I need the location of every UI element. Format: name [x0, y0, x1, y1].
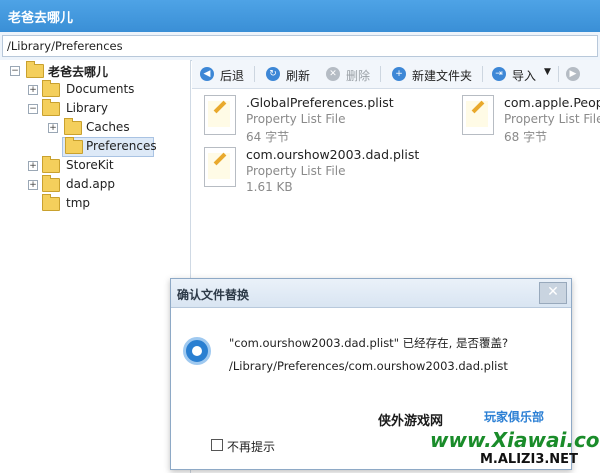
collapse-icon[interactable]: − [28, 104, 38, 114]
dialog-file-path: /Library/Preferences/com.ourshow2003.dad… [229, 359, 508, 373]
refresh-label: 刷新 [286, 69, 311, 83]
expand-icon[interactable]: + [28, 180, 38, 190]
folder-icon [42, 194, 60, 211]
file-size: 1.61 KB [246, 180, 293, 194]
expand-icon[interactable]: + [48, 123, 58, 133]
expand-icon[interactable]: + [28, 161, 38, 171]
dialog-title: 确认文件替换 [177, 288, 250, 302]
tree-item-library[interactable]: − Library [26, 99, 186, 118]
toolbar-divider [254, 66, 255, 82]
tree-item-root[interactable]: − 老爸去哪儿 [6, 61, 186, 80]
file-item[interactable]: .GlobalPreferences.plist Property List F… [204, 95, 434, 147]
tree-item-preferences[interactable]: Preferences [62, 137, 157, 157]
folder-icon [42, 80, 60, 97]
tree-item-label: tmp [66, 196, 91, 210]
plist-file-icon [204, 95, 236, 135]
plist-file-icon [204, 147, 236, 187]
delete-icon: ✕ [326, 67, 340, 81]
toolbar-divider [482, 66, 483, 82]
file-name: com.ourshow2003.dad.plist [246, 147, 420, 162]
import-label: 导入 [512, 69, 537, 83]
collapse-icon[interactable]: − [10, 66, 20, 76]
title-bar: 老爸去哪儿 [0, 0, 600, 32]
import-icon: ⇥ [492, 67, 506, 81]
watermark-club: 玩家俱乐部 [484, 410, 545, 424]
tree-item-documents[interactable]: + Documents [26, 80, 186, 99]
toolbar-divider [558, 66, 559, 82]
file-name: .GlobalPreferences.plist [246, 95, 394, 110]
path-input-value: /Library/Preferences [7, 39, 123, 53]
chevron-down-icon[interactable]: ▼ [544, 67, 551, 77]
tree-item-label: Preferences [86, 139, 157, 153]
plist-file-icon [462, 95, 494, 135]
back-arrow-icon: ◀ [200, 67, 214, 81]
dialog-title-bar: 确认文件替换 ✕ [171, 279, 571, 308]
back-label: 后退 [220, 69, 245, 83]
export-icon: ▶ [566, 67, 580, 81]
tree-item-label: dad.app [66, 177, 115, 191]
file-name: com.apple.People [504, 95, 600, 110]
file-item[interactable]: com.apple.People Property List File 68 字… [462, 95, 600, 147]
path-bar: /Library/Preferences [0, 32, 600, 61]
folder-icon [42, 156, 60, 173]
tree-item-storekit[interactable]: + StoreKit [26, 156, 186, 175]
folder-tree: − 老爸去哪儿 + Documents − Library + Caches P… [0, 60, 191, 473]
file-type: Property List File [246, 164, 346, 178]
tree-item-tmp[interactable]: tmp [26, 194, 186, 213]
folder-icon [26, 61, 44, 78]
tree-item-caches[interactable]: + Caches [46, 118, 186, 137]
file-size: 68 字节 [504, 130, 548, 144]
window-title: 老爸去哪儿 [8, 11, 74, 26]
new-folder-label: 新建文件夹 [412, 69, 473, 83]
tree-item-label: Library [66, 101, 108, 115]
checkbox-label: 不再提示 [227, 440, 276, 454]
toolbar-divider [380, 66, 381, 82]
watermark-corner: M.ALIZI3.NET [480, 452, 578, 467]
expand-icon[interactable]: + [28, 85, 38, 95]
folder-icon [64, 118, 82, 135]
tree-item-label: Caches [86, 120, 130, 134]
new-folder-icon: + [392, 67, 406, 81]
watermark-site-en: www.Xiawai.com [430, 428, 600, 452]
tree-item-dad-app[interactable]: + dad.app [26, 175, 186, 194]
delete-label: 删除 [346, 69, 371, 83]
tree-item-label: StoreKit [66, 158, 114, 172]
file-type: Property List File [246, 112, 346, 126]
folder-icon [42, 99, 60, 116]
folder-icon [65, 137, 83, 154]
folder-icon [42, 175, 60, 192]
tree-item-label: 老爸去哪儿 [48, 65, 109, 79]
path-input[interactable]: /Library/Preferences [2, 35, 598, 57]
dialog-message: "com.ourshow2003.dad.plist" 已经存在, 是否覆盖? [229, 336, 509, 350]
tree-item-label: Documents [66, 82, 135, 96]
watermark-site-cn: 侠外游戏网 [378, 414, 444, 429]
toolbar: ◀ 后退 ↻ 刷新 ✕ 删除 + 新建文件夹 ⇥ 导入 ▼ ▶ [192, 60, 600, 89]
refresh-icon: ↻ [266, 67, 280, 81]
info-icon [183, 337, 211, 365]
close-button[interactable]: ✕ [539, 282, 567, 304]
file-type: Property List File [504, 112, 600, 126]
file-size: 64 字节 [246, 130, 290, 144]
dont-ask-again-checkbox[interactable] [211, 439, 223, 451]
file-item[interactable]: com.ourshow2003.dad.plist Property List … [204, 147, 434, 199]
